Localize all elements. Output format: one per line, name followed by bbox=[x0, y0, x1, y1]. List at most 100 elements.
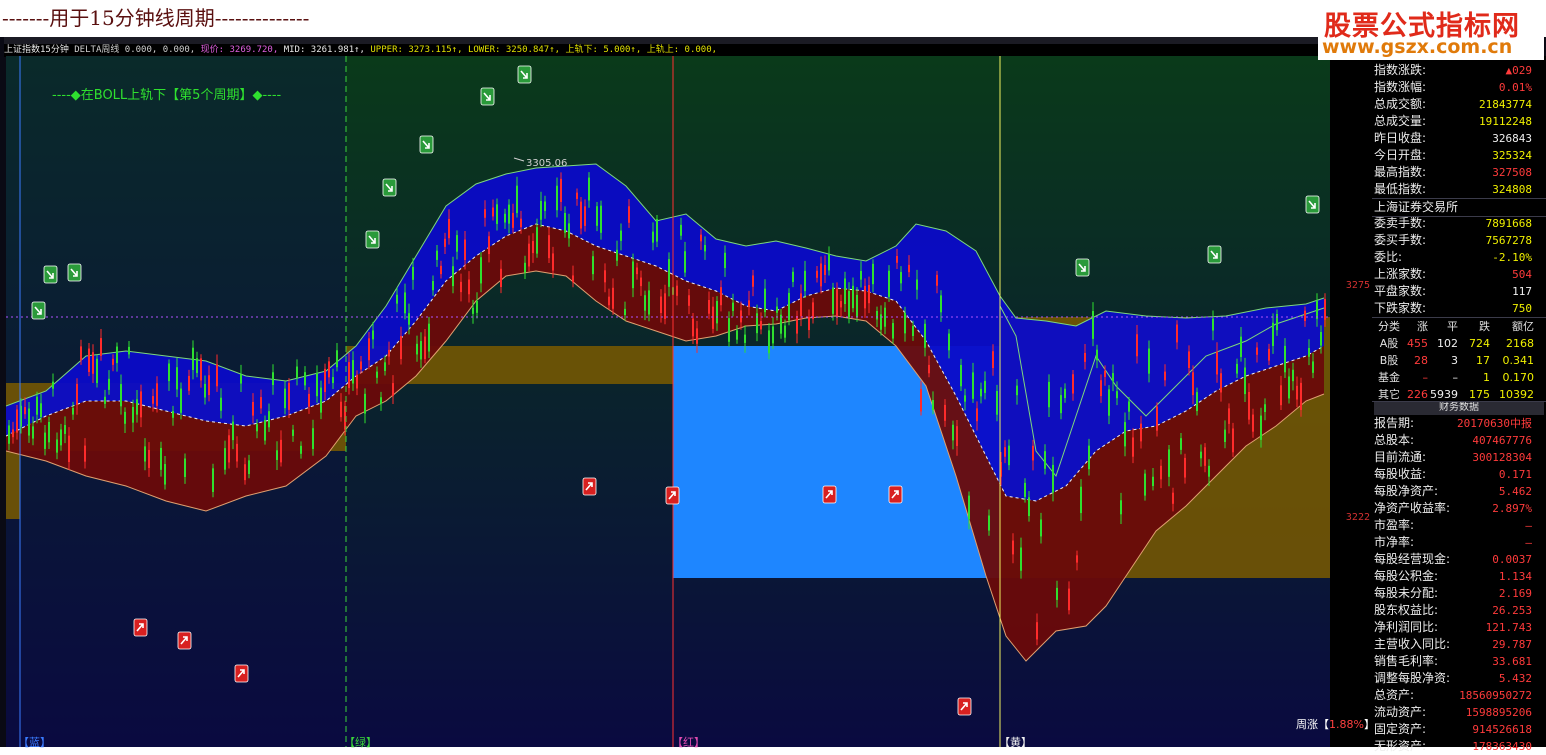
sell-signal-icon bbox=[582, 477, 597, 496]
candle-body bbox=[476, 301, 478, 313]
candle-body bbox=[312, 428, 314, 449]
watermark-url: www.gszx.com.cn bbox=[1322, 36, 1513, 58]
finance-row: 报告期: 20170630中报 bbox=[1374, 415, 1532, 432]
sell-signal-icon bbox=[822, 485, 837, 504]
breadth-header-cell: 额亿 bbox=[1512, 320, 1534, 333]
finance-value: – bbox=[1525, 536, 1532, 549]
candle-body bbox=[484, 209, 486, 218]
candle-body bbox=[652, 231, 654, 243]
candle-body bbox=[500, 268, 502, 288]
candle-body bbox=[676, 285, 678, 296]
candle-body bbox=[1240, 336, 1242, 357]
candle-body bbox=[1064, 388, 1066, 399]
candle-body bbox=[256, 424, 258, 432]
kline-chart-svg[interactable]: 3305.06 bbox=[6, 56, 1330, 747]
candle-body bbox=[860, 270, 862, 280]
candle-body bbox=[276, 450, 278, 460]
candle-body bbox=[980, 388, 982, 397]
candle-body bbox=[1048, 381, 1050, 408]
breadth-cell: 724 bbox=[1469, 337, 1490, 350]
candle-body bbox=[1044, 451, 1046, 469]
candle-body bbox=[628, 206, 630, 223]
candle-body bbox=[772, 326, 774, 344]
week-rise-label: 周涨【 bbox=[1296, 718, 1329, 731]
candle-body bbox=[528, 243, 530, 267]
candle-body bbox=[608, 296, 610, 306]
candle-body bbox=[1212, 318, 1214, 331]
quote-row: 最高指数: 327508 bbox=[1374, 164, 1532, 181]
candle-body bbox=[668, 259, 670, 287]
finance-row: 总股本: 407467776 bbox=[1374, 432, 1532, 449]
finance-label: 销售毛利率: bbox=[1374, 654, 1439, 668]
order-value: 504 bbox=[1512, 268, 1532, 281]
candle-body bbox=[324, 368, 326, 393]
candle-body bbox=[1036, 622, 1038, 640]
order-value: 7567278 bbox=[1485, 234, 1532, 247]
breadth-row: 基金 – – 1 0.170 bbox=[1374, 369, 1546, 386]
breadth-cell: 基金 bbox=[1378, 371, 1400, 384]
candle-body bbox=[592, 256, 594, 275]
candle-body bbox=[188, 375, 190, 391]
candle-body bbox=[1032, 445, 1034, 461]
candle-body bbox=[748, 300, 750, 307]
quote-value: 327508 bbox=[1492, 166, 1532, 179]
breadth-header-cell: 分类 bbox=[1378, 320, 1400, 333]
candle-body bbox=[864, 285, 866, 309]
finance-label: 主营收入同比: bbox=[1374, 637, 1451, 651]
sell-signal-icon bbox=[133, 618, 148, 637]
candle-body bbox=[852, 285, 854, 309]
candle-body bbox=[1088, 445, 1090, 470]
candle-body bbox=[932, 400, 934, 410]
candle-body bbox=[872, 263, 874, 285]
quote-row: 指数涨幅: 0.01% bbox=[1374, 79, 1532, 96]
candle-body bbox=[100, 338, 102, 356]
candle-body bbox=[364, 393, 366, 414]
candle-body bbox=[284, 388, 286, 409]
candle-body bbox=[680, 224, 682, 236]
finance-label: 每股经营现金: bbox=[1374, 552, 1451, 566]
buy-signal-icon bbox=[480, 87, 495, 106]
candle-body bbox=[760, 321, 762, 330]
candle-body bbox=[68, 435, 70, 463]
finance-row: 流动资产: 1598895206 bbox=[1374, 704, 1532, 721]
candle-body bbox=[400, 336, 402, 360]
candle-body bbox=[340, 401, 342, 418]
candle-body bbox=[288, 382, 290, 410]
candle-body bbox=[1232, 428, 1234, 453]
quote-label: 指数涨幅: bbox=[1374, 80, 1427, 94]
candle-body bbox=[268, 411, 270, 428]
candle-body bbox=[76, 383, 78, 405]
order-value: 117 bbox=[1512, 285, 1532, 298]
candle-body bbox=[512, 212, 514, 228]
buy-signal-icon bbox=[517, 65, 532, 84]
candle-body bbox=[1084, 352, 1086, 362]
candle-body bbox=[916, 279, 918, 290]
order-row: 上涨家数: 504 bbox=[1374, 266, 1532, 283]
candle-body bbox=[984, 380, 986, 393]
candle-body bbox=[472, 307, 474, 314]
quote-label: 最高指数: bbox=[1374, 165, 1427, 179]
finance-row: 每股公积金: 1.134 bbox=[1374, 568, 1532, 585]
candle-body bbox=[252, 401, 254, 416]
finance-label: 调整每股净资: bbox=[1374, 671, 1451, 685]
candle-body bbox=[812, 302, 814, 319]
candle-body bbox=[1208, 465, 1210, 477]
buy-signal-icon bbox=[1207, 245, 1222, 264]
finance-row: 调整每股净资: 5.432 bbox=[1374, 670, 1532, 687]
candle-body bbox=[1168, 449, 1170, 477]
candle-body bbox=[348, 362, 350, 389]
breadth-cell: 0.341 bbox=[1502, 354, 1535, 367]
candle-body bbox=[1196, 392, 1198, 412]
quote-label: 今日开盘: bbox=[1374, 148, 1427, 162]
price-value: 3269.720, bbox=[229, 45, 279, 55]
candle-body bbox=[708, 300, 710, 314]
finance-label: 净资产收益率: bbox=[1374, 501, 1451, 515]
finance-row: 市净率: – bbox=[1374, 534, 1532, 551]
candle-body bbox=[196, 358, 198, 374]
finance-tab[interactable]: 财务数据 bbox=[1374, 401, 1544, 415]
kline-chart[interactable]: 3305.06 bbox=[6, 56, 1330, 747]
candle-body bbox=[264, 420, 266, 441]
breadth-cell: 28 bbox=[1414, 354, 1428, 367]
quote-row: 今日开盘: 325324 bbox=[1374, 147, 1532, 164]
candle-body bbox=[868, 285, 870, 304]
